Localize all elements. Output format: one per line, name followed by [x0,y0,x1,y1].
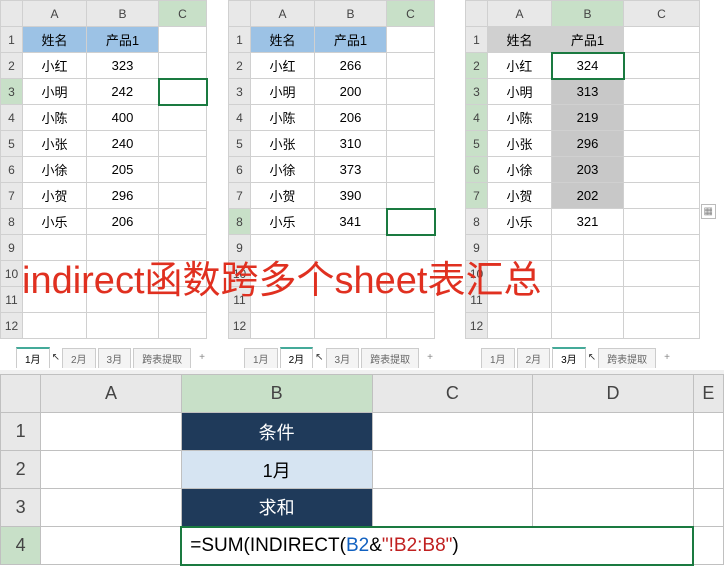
sheet-tabs-2: 1月 2月 ↖ 3月 跨表提取 + [244,347,439,368]
add-sheet-icon[interactable]: + [421,350,439,365]
colhdr-A[interactable]: A [23,1,87,27]
add-sheet-icon[interactable]: + [658,350,676,365]
sheet-panel-1: ABC 1姓名产品1 2小红323 3小明242 4小陈400 5小张240 6… [0,0,228,370]
paste-options-icon[interactable]: ▦ [701,204,716,219]
sheet-panel-2: ABC 1姓名产品1 2小红266 3小明200 4小陈206 5小张310 6… [228,0,465,370]
colhdr-B[interactable]: B [87,1,159,27]
cursor-icon: ↖ [315,352,323,363]
active-cell-2[interactable] [387,209,435,235]
value-month[interactable]: 1月 [181,451,372,489]
colhdr-C[interactable]: C [159,1,207,27]
sheet-tabs-3: 1月 2月 3月 ↖ 跨表提取 + [481,347,676,368]
hdr-prod[interactable]: 产品1 [87,27,159,53]
tab-2m[interactable]: 2月 [62,348,96,368]
sheet-tabs-1: 1月 ↖ 2月 3月 跨表提取 + [16,347,211,368]
cursor-icon: ↖ [52,352,60,363]
label-sum[interactable]: 求和 [181,489,372,527]
hdr-name[interactable]: 姓名 [23,27,87,53]
cursor-icon: ↖ [588,352,596,363]
sheet-panel-3: ABC 1姓名产品1 2小红324 3小明313 4小陈219 5小张296 6… [465,0,724,370]
label-condition[interactable]: 条件 [181,413,372,451]
tab-3m[interactable]: 3月 [98,348,132,368]
tab-cross[interactable]: 跨表提取 [133,348,191,368]
tab-1m[interactable]: 1月 [16,347,50,368]
formula-cell[interactable]: =SUM(INDIRECT(B2&"!B2:B8") [181,527,693,565]
overlay-title: indirect函数跨多个sheet表汇总 [22,256,541,307]
active-cell-1[interactable] [159,79,207,105]
select-all-1[interactable] [1,1,23,27]
summary-grid[interactable]: ABCDE 1条件 21月 3求和 4 =SUM(INDIRECT(B2&"!B… [0,374,724,566]
add-sheet-icon[interactable]: + [193,350,211,365]
